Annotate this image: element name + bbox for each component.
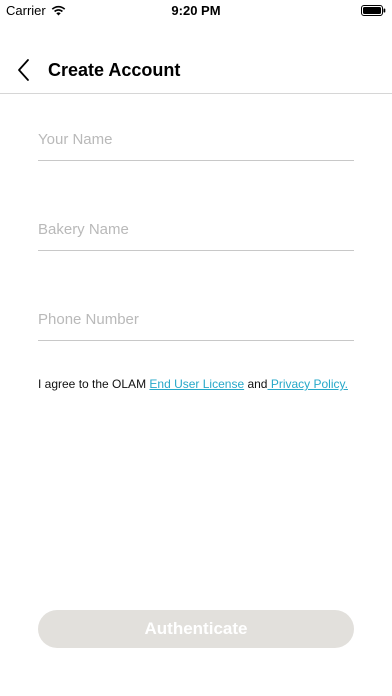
bakery-name-field	[38, 211, 354, 251]
bakery-name-input[interactable]	[38, 211, 354, 238]
name-field	[38, 121, 354, 161]
battery-icon	[361, 5, 386, 16]
license-agreement: I agree to the OLAM End User License and…	[38, 377, 348, 391]
status-time: 9:20 PM	[171, 3, 221, 18]
authenticate-button[interactable]: Authenticate	[38, 610, 354, 648]
eula-link[interactable]: End User License	[149, 377, 244, 391]
page-title: Create Account	[48, 60, 181, 80]
phone-number-field	[38, 301, 354, 341]
back-chevron-icon[interactable]	[14, 57, 36, 83]
agreement-text: I agree to the OLAM	[38, 377, 150, 391]
name-input[interactable]	[38, 121, 354, 148]
privacy-policy-link[interactable]: Privacy Policy.	[267, 377, 348, 391]
navigation-bar: Create Account	[0, 44, 392, 94]
agreement-connector: and	[244, 377, 268, 391]
phone-number-input[interactable]	[38, 301, 354, 328]
status-bar: Carrier 9:20 PM	[0, 0, 392, 22]
